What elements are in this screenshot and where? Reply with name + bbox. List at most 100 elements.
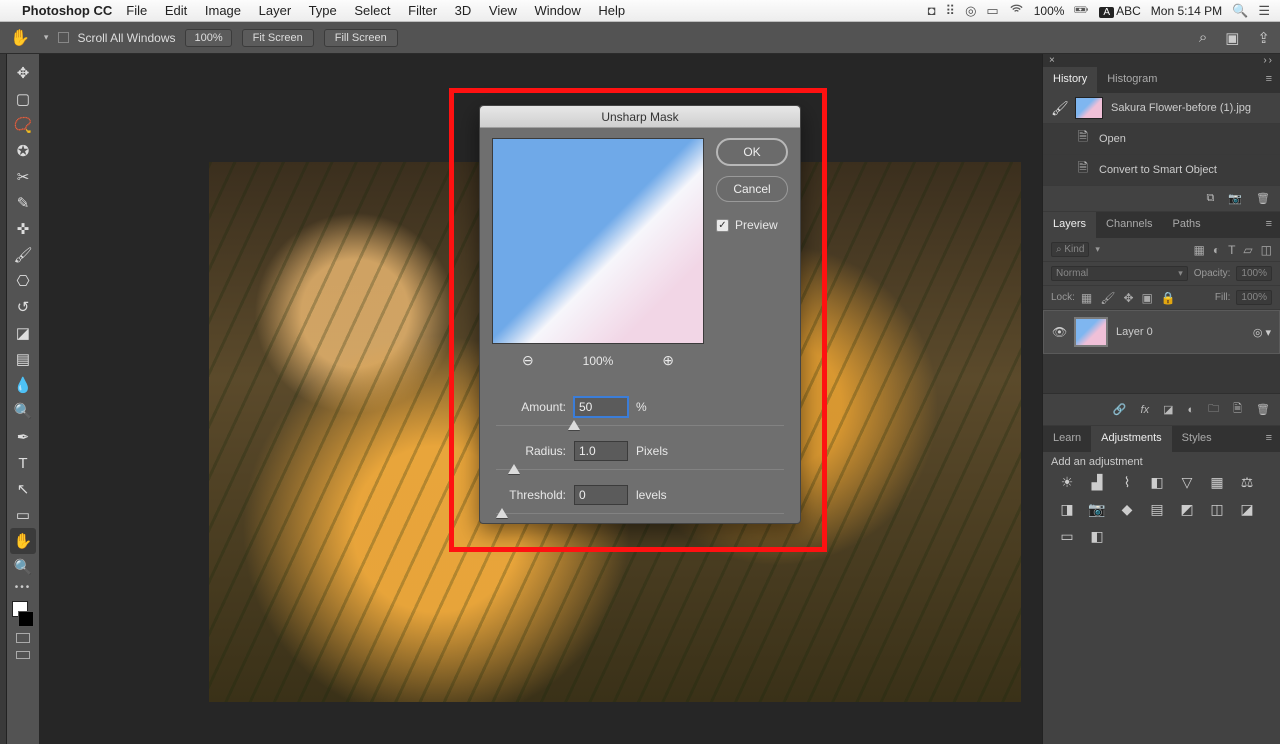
tab-styles[interactable]: Styles — [1172, 426, 1222, 452]
filter-pixel-icon[interactable]: ▦ — [1193, 243, 1204, 257]
menu-select[interactable]: Select — [354, 3, 390, 18]
history-brush-source-icon[interactable]: 🖌 — [1051, 100, 1067, 117]
new-snapshot-icon[interactable]: 📷 — [1228, 192, 1242, 205]
menu-view[interactable]: View — [489, 3, 517, 18]
input-source[interactable]: AABC — [1099, 4, 1140, 18]
radius-slider[interactable] — [496, 465, 784, 475]
tab-channels[interactable]: Channels — [1096, 212, 1162, 238]
healing-brush-tool-icon[interactable]: ✜ — [10, 216, 36, 242]
background-swatch[interactable] — [18, 611, 34, 627]
layer-visibility-icon[interactable]: 👁 — [1052, 325, 1066, 339]
move-tool-icon[interactable]: ✥ — [10, 60, 36, 86]
lock-pixels-icon[interactable]: 🖌 — [1100, 291, 1115, 305]
tool-preset-dropdown[interactable]: ▾ — [44, 32, 49, 43]
adjustment-layer-icon[interactable]: ◐ — [1188, 404, 1195, 416]
hue-sat-icon[interactable]: ▦ — [1207, 474, 1227, 491]
radius-input[interactable] — [574, 441, 628, 461]
vibrance-icon[interactable]: ▽ — [1177, 474, 1197, 491]
lock-artboard-icon[interactable]: ▣ — [1142, 291, 1153, 305]
ok-button[interactable]: OK — [716, 138, 788, 166]
zoom-out-icon[interactable]: ⊖ — [522, 352, 534, 369]
link-layers-icon[interactable]: 🔗 — [1113, 403, 1127, 416]
gradient-tool-icon[interactable]: ▤ — [10, 346, 36, 372]
sync-icon[interactable]: ◎ — [965, 3, 976, 19]
history-step-convert[interactable]: 🗎 Convert to Smart Object — [1043, 155, 1280, 186]
tab-learn[interactable]: Learn — [1043, 426, 1091, 452]
menu-window[interactable]: Window — [534, 3, 580, 18]
pen-tool-icon[interactable]: ✒ — [10, 424, 36, 450]
menu-3d[interactable]: 3D — [455, 3, 472, 18]
path-select-tool-icon[interactable]: ↖ — [10, 476, 36, 502]
smart-object-badge-icon[interactable]: ◎ ▾ — [1253, 326, 1271, 339]
fill-screen-button[interactable]: Fill Screen — [324, 29, 398, 47]
quick-select-tool-icon[interactable]: ✪ — [10, 138, 36, 164]
history-snapshot-row[interactable]: 🖌 Sakura Flower-before (1).jpg — [1043, 93, 1280, 124]
layer-style-icon[interactable]: fx — [1141, 404, 1150, 416]
spotlight-icon[interactable]: 🔍 — [1232, 3, 1248, 19]
layer-name[interactable]: Layer 0 — [1116, 326, 1153, 338]
scroll-all-windows-checkbox[interactable]: Scroll All Windows — [58, 31, 175, 45]
panel-menu-icon[interactable]: ≡ — [1258, 212, 1280, 238]
slider-handle[interactable] — [496, 508, 508, 518]
eraser-tool-icon[interactable]: ◪ — [10, 320, 36, 346]
filter-preview[interactable] — [492, 138, 704, 344]
fill-field[interactable]: 100% — [1236, 290, 1272, 305]
type-tool-icon[interactable]: T — [10, 450, 36, 476]
panel-menu-icon[interactable]: ≡ — [1258, 67, 1280, 93]
screen-mode-icon[interactable] — [16, 651, 30, 659]
lock-all-icon[interactable]: 🔒 — [1161, 291, 1176, 305]
layer-mask-icon[interactable]: ◪ — [1163, 403, 1173, 416]
amount-input[interactable] — [574, 397, 628, 417]
lock-transparency-icon[interactable]: ▦ — [1081, 291, 1092, 305]
layers-empty-area[interactable] — [1043, 354, 1280, 394]
fit-screen-button[interactable]: Fit Screen — [242, 29, 314, 47]
menu-edit[interactable]: Edit — [165, 3, 187, 18]
levels-icon[interactable]: ▟ — [1087, 474, 1107, 491]
menu-help[interactable]: Help — [598, 3, 625, 18]
hand-tool-icon[interactable]: ✋ — [10, 28, 30, 48]
tab-adjustments[interactable]: Adjustments — [1091, 426, 1172, 452]
tab-paths[interactable]: Paths — [1163, 212, 1211, 238]
blend-mode-dropdown[interactable]: Normal ▾ — [1051, 266, 1188, 281]
filter-smart-icon[interactable]: ◫ — [1261, 243, 1272, 257]
exposure-icon[interactable]: ◧ — [1147, 474, 1167, 491]
menu-layer[interactable]: Layer — [259, 3, 292, 18]
edit-toolbar-icon[interactable]: ••• — [15, 582, 32, 593]
zoom-in-icon[interactable]: ⊕ — [662, 352, 674, 369]
search-icon[interactable]: ⌕ — [1199, 29, 1207, 47]
menu-image[interactable]: Image — [205, 3, 241, 18]
blur-tool-icon[interactable]: 💧 — [10, 372, 36, 398]
filter-adjust-icon[interactable]: ◐ — [1213, 243, 1220, 257]
color-lookup-icon[interactable]: ▤ — [1147, 501, 1167, 518]
wifi-icon[interactable] — [1009, 2, 1024, 20]
zoom-tool-icon[interactable]: 🔍 — [10, 554, 36, 580]
filter-type-icon[interactable]: T — [1228, 243, 1235, 257]
brightness-contrast-icon[interactable]: ☀ — [1057, 474, 1077, 491]
zoom-level-field[interactable]: 100% — [185, 29, 231, 47]
history-step-open[interactable]: 🗎 Open — [1043, 124, 1280, 155]
tab-histogram[interactable]: Histogram — [1097, 67, 1167, 93]
filter-shape-icon[interactable]: ▱ — [1243, 243, 1252, 257]
color-swatches[interactable] — [10, 599, 36, 629]
menu-filter[interactable]: Filter — [408, 3, 437, 18]
tab-layers[interactable]: Layers — [1043, 212, 1096, 238]
clone-stamp-tool-icon[interactable]: ⎔ — [10, 268, 36, 294]
color-balance-icon[interactable]: ⚖ — [1237, 474, 1257, 491]
menubar-app-icon[interactable]: ◘ — [928, 3, 936, 18]
dialog-title[interactable]: Unsharp Mask — [480, 106, 800, 128]
lock-position-icon[interactable]: ✥ — [1123, 291, 1133, 305]
panel-menu-icon[interactable]: ≡ — [1258, 426, 1280, 452]
menu-type[interactable]: Type — [309, 3, 337, 18]
threshold-input[interactable] — [574, 485, 628, 505]
quick-mask-icon[interactable] — [16, 633, 30, 643]
share-icon[interactable]: ⇪ — [1257, 29, 1270, 47]
slider-handle[interactable] — [568, 420, 580, 430]
menu-file[interactable]: File — [126, 3, 147, 18]
collapsed-dock[interactable] — [0, 54, 7, 744]
display-icon[interactable]: ▭ — [986, 3, 998, 19]
cancel-button[interactable]: Cancel — [716, 176, 788, 202]
layer-row[interactable]: 👁 Layer 0 ◎ ▾ — [1043, 310, 1280, 354]
amount-slider[interactable] — [496, 421, 784, 431]
lasso-tool-icon[interactable]: 📿 — [10, 112, 36, 138]
bw-icon[interactable]: ◨ — [1057, 501, 1077, 518]
